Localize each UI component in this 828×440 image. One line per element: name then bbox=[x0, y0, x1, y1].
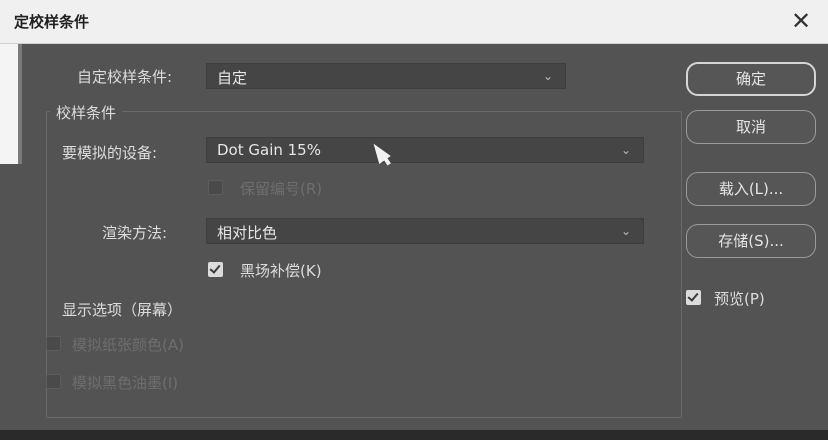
black-point-label: 黑场补偿(K) bbox=[240, 262, 322, 280]
save-button[interactable]: 存储(S)... bbox=[686, 224, 816, 258]
simulate-paper-label: 模拟纸张颜色(A) bbox=[72, 336, 184, 354]
chevron-down-icon: ⌄ bbox=[543, 69, 554, 83]
intent-label: 渲染方法: bbox=[102, 224, 168, 242]
intent-select[interactable]: 相对比色 ⌄ bbox=[206, 218, 644, 244]
custom-condition-label: 自定校样条件: bbox=[77, 68, 173, 86]
proof-conditions-title: 校样条件 bbox=[50, 102, 123, 123]
device-select[interactable]: Dot Gain 15% ⌄ bbox=[206, 137, 644, 163]
chevron-down-icon: ⌄ bbox=[621, 224, 632, 238]
proof-setup-dialog: 自定校样条件: 自定 ⌄ 校样条件 要模拟的设备: Dot Gain 15% ⌄… bbox=[22, 44, 828, 440]
device-value: Dot Gain 15% bbox=[217, 141, 321, 159]
cancel-button[interactable]: 取消 bbox=[686, 110, 816, 144]
black-point-checkbox[interactable] bbox=[208, 262, 223, 277]
chevron-down-icon: ⌄ bbox=[621, 143, 632, 157]
close-icon[interactable]: ✕ bbox=[786, 6, 816, 36]
custom-condition-value: 自定 bbox=[217, 69, 248, 87]
custom-condition-select[interactable]: 自定 ⌄ bbox=[206, 63, 566, 89]
title-bar: 定校样条件 ✕ bbox=[0, 0, 828, 44]
preview-checkbox[interactable] bbox=[686, 290, 701, 305]
preserve-numbers-label: 保留编号(R) bbox=[240, 180, 323, 198]
intent-value: 相对比色 bbox=[217, 224, 278, 242]
simulate-black-label: 模拟黑色油墨(I) bbox=[72, 374, 179, 392]
display-options-title: 显示选项（屏幕） bbox=[62, 301, 183, 319]
device-label: 要模拟的设备: bbox=[62, 144, 158, 162]
preserve-numbers-checkbox[interactable] bbox=[208, 180, 223, 195]
background-window-strip bbox=[0, 44, 22, 164]
window-title: 定校样条件 bbox=[14, 13, 90, 31]
background-strip bbox=[0, 430, 828, 440]
preview-label: 预览(P) bbox=[714, 290, 765, 308]
simulate-paper-checkbox[interactable] bbox=[46, 336, 61, 351]
load-button[interactable]: 载入(L)... bbox=[686, 172, 816, 206]
simulate-black-checkbox[interactable] bbox=[46, 374, 61, 389]
ok-button[interactable]: 确定 bbox=[686, 62, 816, 96]
